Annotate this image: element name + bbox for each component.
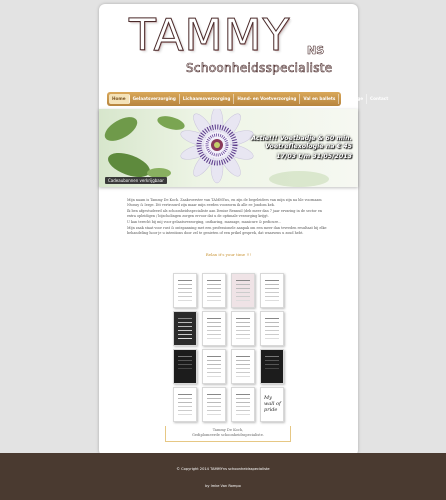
- certificate-thumb[interactable]: [260, 349, 284, 384]
- intro-paragraph-1: Mijn naam is Tammy De Koch. Zaakvoerster…: [127, 198, 322, 207]
- banner-line-3: 17/03 t/m 31/05/2013: [276, 153, 352, 160]
- main-nav: Home Gelaatsverzorging Lichaamsverzorgin…: [107, 92, 388, 106]
- certificate-thumb[interactable]: [260, 311, 284, 346]
- banner-caption: Cadeaubonnen verkrijgbaar: [105, 177, 167, 184]
- wall-of-pride-text: My wall of pride: [264, 395, 281, 413]
- certificate-thumb[interactable]: [260, 273, 284, 308]
- certificate-thumb[interactable]: [173, 273, 197, 308]
- intro-paragraph-2: Ik ben afgestudeerd als schoonheidsspeci…: [127, 208, 323, 218]
- nav-item-home[interactable]: Home: [109, 94, 130, 104]
- logo-title: TAMMY: [128, 10, 291, 61]
- banner-line-1: Actie!!! Voetbadje & 60 min.: [251, 135, 352, 142]
- nav-item-hand-voetverzorging[interactable]: Hand- en Voetverzorging: [234, 94, 301, 104]
- nav-item-contact[interactable]: Contact: [367, 94, 391, 104]
- intro-paragraph-4: Mijn zaak staat voor rust & ontspanning …: [127, 226, 327, 235]
- wall-of-pride-note[interactable]: My wall of pride: [260, 387, 284, 422]
- certificate-thumb[interactable]: [173, 311, 197, 346]
- nav-item-gelaatsverzorging[interactable]: Gelaatsverzorging: [130, 94, 180, 104]
- certificate-thumb[interactable]: [231, 273, 255, 308]
- certificate-thumb[interactable]: [231, 387, 255, 422]
- nav-item-lichaamsverzorging[interactable]: Lichaamsverzorging: [180, 94, 235, 104]
- certificate-thumb[interactable]: [173, 387, 197, 422]
- promo-banner: Actie!!! Voetbadje & 60 min. Voetreflexo…: [99, 109, 358, 187]
- certificate-thumb[interactable]: [202, 349, 226, 384]
- intro-text: Mijn naam is Tammy De Koch. Zaakvoerster…: [127, 198, 332, 237]
- logo-suffix: NS: [307, 44, 325, 58]
- intro-paragraph-3: U kan terecht bij mij voor gelaatsverzor…: [127, 219, 282, 224]
- relax-tagline: Relax it's your time !!!: [205, 252, 252, 257]
- certificate-gallery: My wall of pride: [173, 273, 286, 422]
- certificate-thumb[interactable]: [231, 349, 255, 384]
- logo-subtitle: Schoonheidsspecialiste: [186, 61, 333, 76]
- signature-title: Gediplomeerde schoonheidsspecialiste.: [192, 433, 264, 437]
- certificate-thumb[interactable]: [202, 387, 226, 422]
- nav-item-val-en-ballets[interactable]: Val en ballets: [300, 94, 340, 104]
- site-footer: © Copyright 2014 TAMMYns schoonheidsspec…: [0, 453, 446, 500]
- footer-credit[interactable]: by Imke Van Rompo: [0, 484, 446, 488]
- page-container: TAMMY NS Schoonheidsspecialiste Home Gel…: [99, 4, 388, 456]
- footer-copyright: © Copyright 2014 TAMMYns schoonheidsspec…: [176, 467, 270, 471]
- certificate-thumb[interactable]: [202, 273, 226, 308]
- certificate-thumb[interactable]: [231, 311, 255, 346]
- certificate-thumb[interactable]: [173, 349, 197, 384]
- certificate-thumb[interactable]: [202, 311, 226, 346]
- nav-item-massage[interactable]: Massage: [339, 94, 368, 104]
- banner-line-2: Voetreflexologie na € 45: [265, 143, 352, 150]
- signature-box: Tammy De Koch, Gediplomeerde schoonheids…: [165, 426, 291, 442]
- site-logo[interactable]: TAMMY NS Schoonheidsspecialiste: [128, 10, 339, 84]
